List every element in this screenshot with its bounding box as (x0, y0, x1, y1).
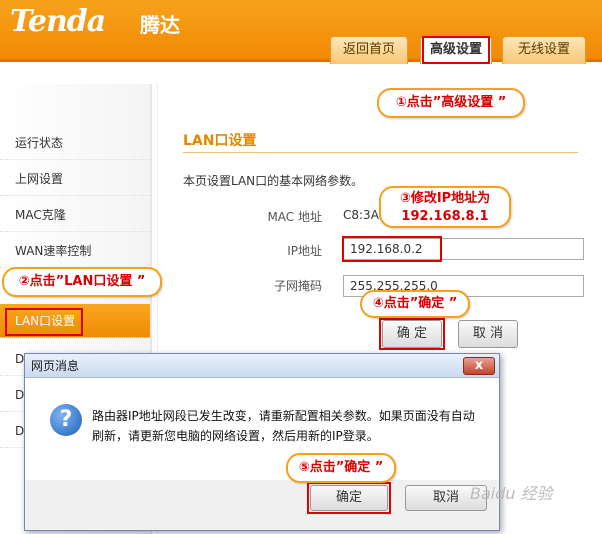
callout-step4: ④点击”确定 ” (360, 290, 470, 318)
question-icon: ? (50, 404, 82, 436)
mask-label: 子网掩码 (273, 279, 322, 293)
callout-step3-line2: 192.168.8.1 (401, 209, 489, 224)
cancel-button[interactable]: 取 消 (458, 320, 518, 348)
callout-step1: ①点击”高级设置 ” (377, 88, 525, 118)
callout-step3-line1: ③修改IP地址为 (399, 191, 491, 206)
section-title: LAN口设置 (183, 133, 257, 149)
callout-step2: ②点击”LAN口设置 ” (2, 267, 162, 297)
highlight-dialog-ok (307, 482, 391, 514)
sidebar-item-internet[interactable]: 上网设置 (0, 162, 150, 196)
sidebar-item-wan-rate[interactable]: WAN速率控制 (0, 234, 150, 268)
mac-value: C8:3A: (343, 208, 383, 222)
highlight-advanced-tab (422, 36, 490, 64)
dialog-title: 网页消息 (25, 354, 499, 378)
highlight-ok-button (379, 318, 445, 350)
sidebar-item-status[interactable]: 运行状态 (0, 126, 150, 160)
callout-step3: ③修改IP地址为 192.168.8.1 (379, 186, 511, 228)
sidebar-item-mac-clone[interactable]: MAC克隆 (0, 198, 150, 232)
description-text: 本页设置LAN口的基本网络参数。 (183, 174, 364, 188)
tab-home[interactable]: 返回首页 (330, 36, 408, 64)
title-divider (183, 152, 578, 153)
tenda-logo: Tenda (10, 4, 106, 39)
tab-wireless[interactable]: 无线设置 (502, 36, 586, 64)
mac-label: MAC 地址 (267, 210, 322, 224)
dialog-message: 路由器IP地址网段已发生改变，请重新配置相关参数。如果页面没有自动刷新，请更新您… (92, 409, 475, 443)
ip-label: IP地址 (287, 244, 322, 258)
highlight-lan-item (5, 308, 83, 336)
dialog-close-icon[interactable]: x (463, 357, 495, 375)
tenda-logo-cn: 腾达 (140, 13, 180, 37)
highlight-ip-input (342, 236, 442, 262)
watermark: Baidu 经验 (470, 484, 553, 503)
callout-step5: ⑤点击”确定 ” (286, 453, 396, 483)
